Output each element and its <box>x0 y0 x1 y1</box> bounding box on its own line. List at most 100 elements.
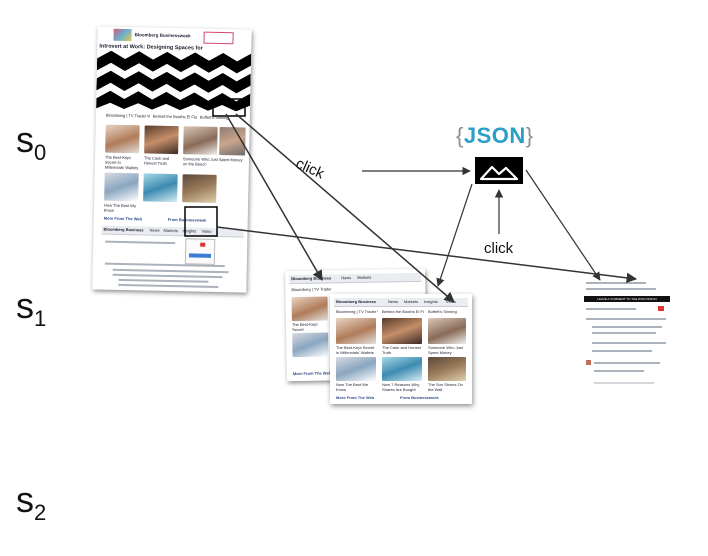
nav-tab-4[interactable]: Insights <box>182 228 196 233</box>
comment-popup[interactable] <box>184 238 216 265</box>
image-icon <box>475 157 523 184</box>
popup-a-caption-1[interactable]: The Best-Kept Secret <box>292 321 330 332</box>
state-s2-sub: 2 <box>34 500 47 525</box>
comments-line <box>592 326 662 328</box>
comments-line <box>594 362 660 364</box>
link-2[interactable]: Behind the Booths El Flags <box>153 114 197 120</box>
popup-b-thumb-3[interactable] <box>428 318 466 344</box>
state-s1-sub: 1 <box>34 306 47 331</box>
thumb-3[interactable] <box>183 126 218 155</box>
screenshot-s1-b: Bloomberg Business News Markets Insights… <box>330 294 472 404</box>
popup-a-tab-2[interactable]: News <box>341 275 351 280</box>
popup-b-caption-5[interactable]: Now 7 Reasons Why Shares Are Bought Onli… <box>382 382 424 392</box>
caption-1[interactable]: The Best-Kept Secret in Millennials' Wal… <box>105 155 141 171</box>
ad-image <box>113 28 132 42</box>
comments-line <box>586 308 636 310</box>
ad-banner: Bloomberg Businessweek <box>113 28 234 45</box>
state-s1-base: s <box>16 285 34 326</box>
popup-a-link-1[interactable]: Bloomberg | TV Trader Will Beat Credit <box>291 286 331 292</box>
comments-avatar <box>586 360 591 365</box>
json-open-brace: { <box>456 123 464 148</box>
nav-tab-2[interactable]: News <box>149 228 159 233</box>
json-label-text: JSON <box>463 123 526 148</box>
popup-b-thumb-6[interactable] <box>428 357 466 381</box>
thumb-1[interactable] <box>105 124 140 154</box>
nav-tab-5[interactable]: Video <box>201 229 211 234</box>
comment-line <box>112 273 223 279</box>
popup-b-thumb-5[interactable] <box>382 357 422 381</box>
nav-tab-3[interactable]: Markets <box>163 228 177 233</box>
section-right[interactable]: From Businessweek <box>168 217 207 223</box>
popup-b-section-right[interactable]: From Businessweek <box>400 395 439 400</box>
thumb-5[interactable] <box>104 172 139 202</box>
comments-line <box>592 350 652 352</box>
thumb-6[interactable] <box>143 173 178 203</box>
popup-b-thumb-1[interactable] <box>336 318 376 344</box>
comments-line <box>586 288 656 290</box>
popup-b-section-left[interactable]: More From The Web <box>336 395 374 400</box>
popup-a-tab-3[interactable]: Markets <box>357 275 371 280</box>
ad-text: Bloomberg Businessweek <box>134 32 191 39</box>
thumb-4[interactable] <box>219 126 246 156</box>
comments-line <box>586 282 646 284</box>
popup-a-tab-1[interactable]: Bloomberg Business <box>291 275 331 281</box>
state-s0-base: s <box>16 119 34 160</box>
popup-a-thumb-1[interactable] <box>291 296 328 322</box>
popup-b-thumb-4[interactable] <box>336 357 376 381</box>
link-1[interactable]: Bloomberg | TV Trader Will Beat Credit <box>106 113 150 119</box>
nav-tab-1[interactable]: Bloomberg Business <box>103 227 143 233</box>
state-s0-sub: 0 <box>34 140 47 165</box>
popup-b-caption-4[interactable]: Now The Best We Know <box>336 382 378 392</box>
comments-line <box>592 332 656 334</box>
popup-b-tab-1[interactable]: Bloomberg Business <box>336 299 376 304</box>
caption-4[interactable]: How The Best We Know <box>104 203 140 216</box>
ad-box <box>203 31 234 45</box>
comments-bar[interactable]: LEAVE A COMMENT TO THE DISCUSSION <box>584 296 670 302</box>
zigzag-pattern <box>96 50 252 112</box>
popup-b-tab-5[interactable]: Video <box>446 299 456 304</box>
thumb-7[interactable] <box>182 174 217 203</box>
popup-b-link-1[interactable]: Bloomberg | TV Trader Will Beat Credit <box>336 309 378 314</box>
caption-2[interactable]: The Cash and Honest Truth <box>144 155 180 171</box>
popup-b-link-3[interactable]: Buffett's Sinning <box>428 309 468 314</box>
caption-3[interactable]: Someone Who Just Spent Money on the Benc… <box>183 156 243 172</box>
edge-label-click-a: click <box>293 155 327 183</box>
popup-b-link-2[interactable]: Behind the Booths El Flags <box>382 309 424 314</box>
popup-b-caption-1[interactable]: The Best-Kept Secret in Millennials' Wal… <box>336 345 378 355</box>
popup-button[interactable] <box>188 253 212 258</box>
json-label: {JSON} <box>456 123 534 149</box>
popup-b-tab-3[interactable]: Markets <box>404 299 418 304</box>
popup-a-section-left[interactable]: More From The Web <box>293 370 331 376</box>
comment-line <box>112 268 229 274</box>
comment-line <box>105 240 176 245</box>
json-close-brace: } <box>525 123 534 148</box>
popup-b-caption-2[interactable]: The Cash and Honest Truth <box>382 345 424 355</box>
comment-line <box>118 283 219 288</box>
screenshot-s0: Bloomberg Businessweek Introvert at Work… <box>92 26 252 293</box>
popup-a-thumb-2[interactable] <box>292 332 329 358</box>
comments-line <box>586 318 666 320</box>
popup-b-caption-6[interactable]: The Sun Shines On the Wall <box>428 382 468 392</box>
popup-b-caption-3[interactable]: Someone Who Just Spent Money <box>428 345 468 355</box>
arrow-json-to-comments <box>525 169 601 281</box>
state-label-s2: s2 <box>16 479 46 524</box>
popup-b-tab-4[interactable]: Insights <box>424 299 438 304</box>
popup-b-tab-2[interactable]: News <box>388 299 398 304</box>
mountain-glyph <box>475 157 523 184</box>
edge-label-click-b: click <box>484 240 514 257</box>
link-3[interactable]: Buffett's Sinning <box>200 115 244 121</box>
comments-badge <box>658 306 664 311</box>
arrow-json-to-s1b <box>436 183 473 287</box>
thumb-2[interactable] <box>144 125 179 155</box>
popup-b-thumb-2[interactable] <box>382 318 422 344</box>
comments-line <box>594 382 654 384</box>
section-left[interactable]: More From The Web <box>104 216 142 222</box>
state-label-s0: s0 <box>16 119 46 164</box>
comments-line <box>594 370 644 372</box>
comments-line <box>592 342 666 344</box>
comment-line <box>118 278 209 283</box>
screenshot-s1-comments: LEAVE A COMMENT TO THE DISCUSSION <box>582 278 672 408</box>
arrow-popup-to-comments <box>216 226 638 284</box>
popup-badge <box>200 242 206 247</box>
state-s2-base: s <box>16 479 34 520</box>
